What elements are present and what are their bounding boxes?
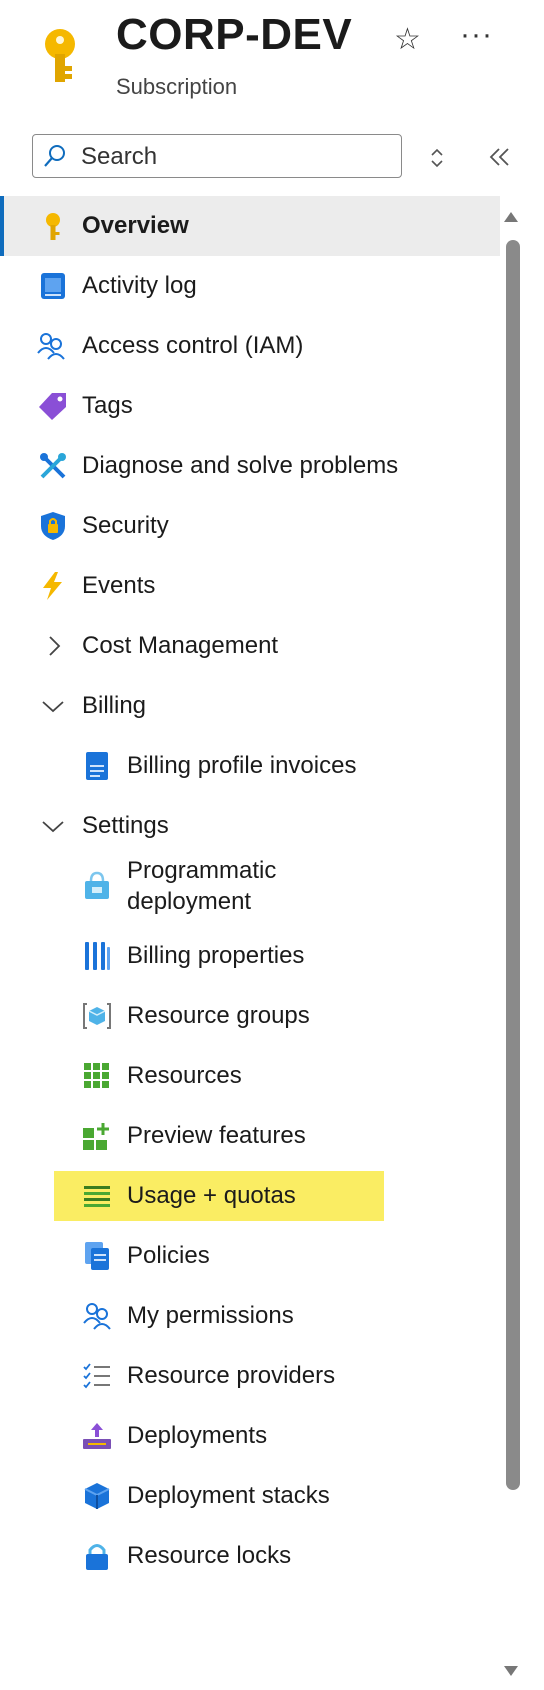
person-key-icon <box>83 1303 111 1330</box>
blade-header: CORP-DEV Subscription ☆ ··· <box>0 0 544 120</box>
list-lines-icon <box>84 1186 110 1207</box>
nav-item-label: Access control (IAM) <box>82 332 304 359</box>
nav-item-cost-management[interactable]: Cost Management <box>0 616 500 676</box>
nav-item-label: Settings <box>82 812 169 839</box>
nav-item-billing-profile-invoices[interactable]: Billing profile invoices <box>0 736 500 796</box>
nav-item-label: Programmatic deployment <box>127 855 276 917</box>
scroll-up-icon[interactable] <box>502 210 520 224</box>
resource-menu: Overview Activity log Access control (IA… <box>0 196 500 1690</box>
preview-icon <box>83 1123 109 1150</box>
nav-item-label: Billing <box>82 692 147 719</box>
nav-item-label: Preview features <box>127 1122 306 1149</box>
selected-indicator <box>0 196 4 256</box>
scrollbar-thumb[interactable] <box>506 240 520 1490</box>
more-options-icon[interactable]: ··· <box>460 18 493 52</box>
upload-icon <box>83 1423 111 1449</box>
shield-icon <box>41 512 65 540</box>
collapse-menu-icon[interactable] <box>488 146 512 168</box>
nav-item-security[interactable]: Security <box>0 496 500 556</box>
nav-item-preview-features[interactable]: Preview features <box>0 1106 500 1166</box>
bars-icon <box>85 942 110 970</box>
nav-item-label: Resource locks <box>127 1542 292 1569</box>
people-icon <box>37 333 65 360</box>
nav-item-diagnose[interactable]: Diagnose and solve problems <box>0 436 500 496</box>
nav-item-label: Usage + quotas <box>127 1182 296 1209</box>
invoice-icon <box>86 752 108 780</box>
nav-item-access-control[interactable]: Access control (IAM) <box>0 316 500 376</box>
checklist-icon <box>83 1363 110 1389</box>
nav-item-label: Billing profile invoices <box>127 752 357 779</box>
nav-item-resource-providers[interactable]: Resource providers <box>0 1346 500 1406</box>
nav-item-label: Policies <box>127 1242 210 1269</box>
nav-item-overview[interactable]: Overview <box>0 196 500 256</box>
cube-icon <box>84 1483 110 1509</box>
bag-icon <box>85 871 109 899</box>
activity-log-icon <box>41 273 65 299</box>
nav-item-label: Deployments <box>127 1422 268 1449</box>
nav-item-label-line2: deployment <box>127 888 252 915</box>
search-icon <box>44 145 65 167</box>
nav-item-billing-properties[interactable]: Billing properties <box>0 926 500 986</box>
lightning-icon <box>43 572 62 600</box>
key-icon <box>45 29 75 82</box>
nav-item-label: Overview <box>82 212 189 239</box>
chevron-down-icon <box>42 821 64 833</box>
page-title: CORP-DEV <box>116 10 353 59</box>
nav-item-resources[interactable]: Resources <box>0 1046 500 1106</box>
nav-item-label: My permissions <box>127 1302 294 1329</box>
wrench-icon <box>40 453 66 479</box>
nav-item-resource-locks[interactable]: Resource locks <box>0 1526 500 1586</box>
nav-item-usage-quotas[interactable]: Usage + quotas <box>0 1166 500 1226</box>
key-icon <box>46 213 60 240</box>
nav-item-label: Security <box>82 512 169 539</box>
nav-item-label: Events <box>82 572 156 599</box>
nav-item-deployment-stacks[interactable]: Deployment stacks <box>0 1466 500 1526</box>
page-subtitle: Subscription <box>116 74 238 99</box>
nav-item-events[interactable]: Events <box>0 556 500 616</box>
nav-item-programmatic-deployment[interactable]: Programmatic deployment <box>0 850 500 922</box>
nav-item-my-permissions[interactable]: My permissions <box>0 1286 500 1346</box>
lock-icon <box>86 1544 108 1570</box>
tag-icon <box>39 393 66 420</box>
chevron-right-icon <box>49 636 61 656</box>
expand-collapse-icon[interactable] <box>428 146 446 170</box>
nav-item-label: Cost Management <box>82 632 279 659</box>
nav-item-settings[interactable]: Settings <box>0 796 500 856</box>
nav-item-deployments[interactable]: Deployments <box>0 1406 500 1466</box>
nav-item-label: Resource providers <box>127 1362 336 1389</box>
grid-icon <box>84 1063 109 1088</box>
favorite-star-icon[interactable]: ☆ <box>394 22 421 57</box>
nav-item-label-line1: Programmatic <box>127 857 277 884</box>
nav-item-label: Tags <box>82 392 133 419</box>
search-box[interactable] <box>32 134 402 178</box>
nav-item-billing[interactable]: Billing <box>0 676 500 736</box>
nav-item-label: Resources <box>127 1062 242 1089</box>
scroll-down-icon[interactable] <box>502 1664 520 1678</box>
nav-item-activity-log[interactable]: Activity log <box>0 256 500 316</box>
chevron-down-icon <box>42 701 64 713</box>
nav-item-policies[interactable]: Policies <box>0 1226 500 1286</box>
cube-bracket-icon <box>83 1003 111 1029</box>
nav-item-label: Diagnose and solve problems <box>82 452 399 479</box>
nav-item-label: Deployment stacks <box>127 1482 330 1509</box>
nav-item-tags[interactable]: Tags <box>0 376 500 436</box>
nav-item-resource-groups[interactable]: Resource groups <box>0 986 500 1046</box>
policy-icon <box>85 1242 109 1270</box>
nav-item-label: Billing properties <box>127 942 305 969</box>
nav-item-label: Resource groups <box>127 1002 310 1029</box>
nav-item-label: Activity log <box>82 272 197 299</box>
search-input[interactable] <box>79 141 393 173</box>
